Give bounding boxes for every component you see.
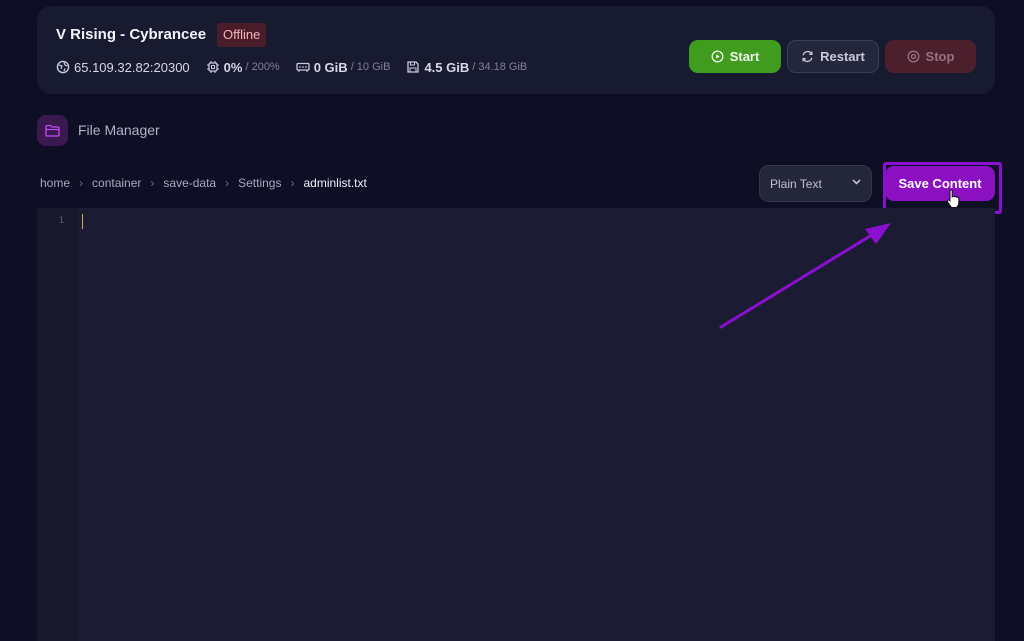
stat-memory: 0 GiB / 10 GiB	[296, 59, 391, 75]
chevron-right-icon: ›	[225, 176, 230, 190]
server-address: 65.109.32.82:20300	[74, 59, 190, 75]
disk-value: 4.5 GiB	[424, 59, 470, 75]
save-content-button[interactable]: Save Content	[885, 166, 995, 201]
start-label: Start	[729, 49, 760, 64]
refresh-icon	[802, 50, 813, 63]
status-badge: Offline	[217, 23, 267, 47]
memory-max: / 10 GiB	[350, 61, 391, 73]
chevron-down-icon	[852, 179, 861, 185]
restart-button[interactable]: Restart	[787, 40, 879, 73]
stop-circle-icon	[907, 50, 919, 63]
breadcrumb-current-file: adminlist.txt	[303, 176, 367, 190]
chevron-right-icon: ›	[290, 176, 295, 190]
hand-cursor-icon	[946, 189, 960, 208]
memory-value: 0 GiB	[313, 59, 348, 75]
breadcrumb-item-home[interactable]: home	[40, 176, 70, 190]
server-stats: 65.109.32.82:20300 0% / 200% 0 GiB / 10 …	[56, 58, 543, 76]
breadcrumb: home › container › save-data › Settings …	[40, 176, 367, 190]
memory-icon	[296, 60, 310, 74]
server-header-card: V Rising - Cybrancee Offline 65.109.32.8…	[37, 6, 995, 94]
stat-disk: 4.5 GiB / 34.18 GiB	[406, 60, 527, 75]
disk-max: / 34.18 GiB	[472, 61, 528, 73]
globe-icon	[56, 60, 70, 74]
server-name: V Rising - Cybrancee	[56, 26, 207, 43]
line-gutter: 1	[37, 208, 79, 641]
start-button[interactable]: Start	[689, 40, 781, 73]
stop-label: Stop	[925, 49, 955, 64]
chevron-right-icon: ›	[79, 176, 84, 190]
language-select-value: Plain Text	[770, 176, 822, 191]
stop-button[interactable]: Stop	[885, 40, 976, 73]
stat-address: 65.109.32.82:20300	[56, 60, 190, 75]
restart-label: Restart	[820, 49, 865, 64]
line-number: 1	[58, 216, 64, 226]
annotation-arrow-icon	[719, 223, 891, 329]
cpu-icon	[206, 60, 220, 74]
section-title: File Manager	[78, 122, 160, 138]
cpu-value: 0%	[223, 59, 243, 75]
cpu-max: / 200%	[245, 61, 280, 73]
language-select[interactable]: Plain Text	[759, 165, 872, 202]
text-caret	[82, 214, 83, 229]
save-disk-icon	[406, 60, 420, 74]
chevron-right-icon: ›	[150, 176, 155, 190]
save-content-label: Save Content	[898, 176, 982, 191]
breadcrumb-item-settings[interactable]: Settings	[238, 176, 281, 190]
folder-icon	[37, 115, 68, 146]
breadcrumb-item-save-data[interactable]: save-data	[163, 176, 216, 190]
breadcrumb-item-container[interactable]: container	[92, 176, 141, 190]
stat-cpu: 0% / 200%	[206, 60, 280, 75]
play-icon	[711, 50, 724, 63]
